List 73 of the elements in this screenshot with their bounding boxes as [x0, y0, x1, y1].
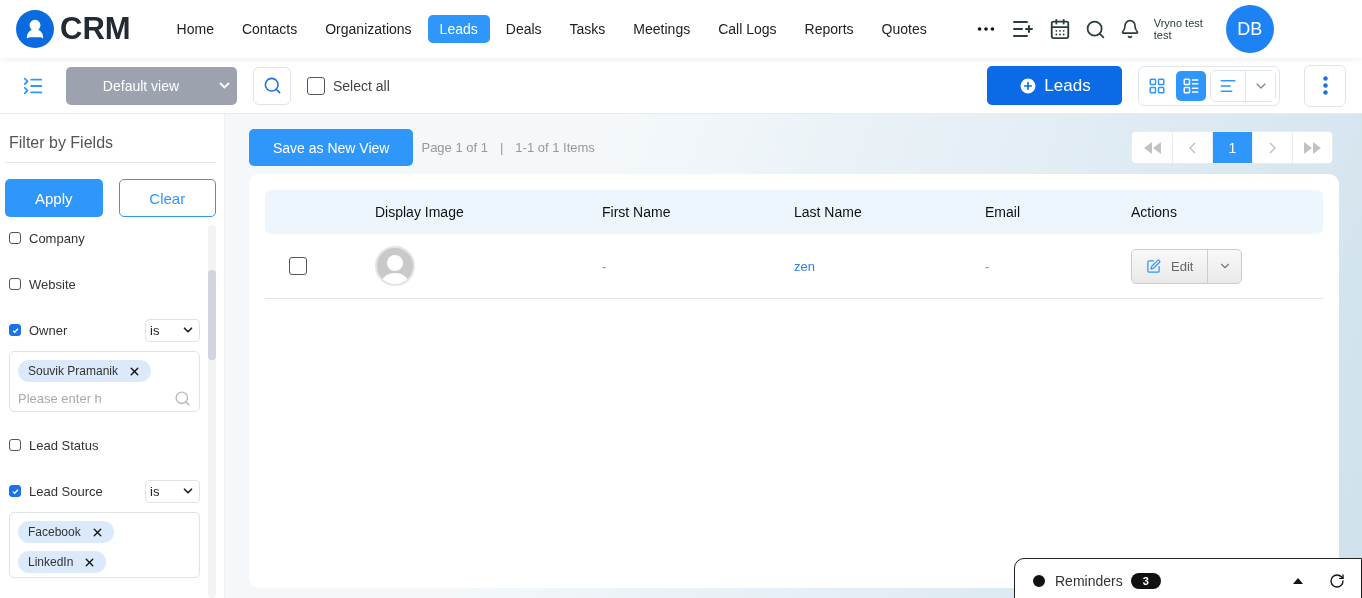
add-leads-button[interactable]: Leads: [987, 66, 1122, 105]
filter-tag: Souvik Pramanik: [18, 360, 152, 382]
checkmark-icon: [11, 487, 19, 495]
calendar-icon[interactable]: [1048, 18, 1071, 40]
table-cell: -: [602, 258, 607, 274]
column-header: Display Image: [375, 204, 465, 220]
search-icon[interactable]: [1084, 18, 1106, 40]
checkmark-icon: [11, 326, 19, 334]
user-name: Vryno test test: [1153, 16, 1204, 42]
nav-link[interactable]: Reports: [792, 15, 866, 43]
person-silhouette-icon: [380, 252, 410, 284]
edit-icon: [1146, 258, 1161, 274]
nav-link[interactable]: Call Logs: [706, 15, 789, 43]
field-checkbox[interactable]: [9, 485, 21, 497]
grid-view-icon: [1148, 76, 1166, 95]
double-left-arrow-icon: [1142, 141, 1162, 154]
select-all-label: Select all: [333, 77, 390, 94]
field-checkbox[interactable]: [9, 278, 21, 290]
field-label: Lead Source: [29, 483, 104, 499]
chevron-left-icon: [1189, 141, 1196, 154]
view-mode-button[interactable]: [1176, 70, 1206, 101]
search-button[interactable]: [253, 66, 291, 105]
table-cell: -: [985, 258, 990, 274]
scrollbar-thumb[interactable]: [208, 270, 216, 360]
tag-input-field[interactable]: Facebook LinkedIn: [9, 512, 200, 578]
double-right-arrow-icon: [1302, 141, 1323, 154]
filter-title: Filter by Fields: [5, 132, 216, 163]
list-view-icon: [1182, 76, 1200, 95]
column-header: Email: [985, 204, 1021, 220]
logo-text: CRM: [60, 11, 131, 47]
field-label: Owner: [29, 322, 69, 338]
nav-link[interactable]: Contacts: [229, 15, 310, 43]
bell-icon[interactable]: [1119, 19, 1140, 39]
field-label: Company: [29, 230, 86, 246]
reminders-count: 3: [1130, 573, 1161, 589]
search-icon: [262, 76, 282, 95]
column-header: Last Name: [794, 204, 863, 220]
search-icon: [174, 390, 191, 407]
filter-tag: LinkedIn: [18, 551, 107, 573]
field-checkbox[interactable]: [9, 439, 21, 451]
items-info: 1-1 of 1 Items: [515, 140, 595, 155]
separator: |: [499, 140, 504, 155]
user-icon: [24, 18, 46, 40]
collapse-caret-icon[interactable]: [1293, 578, 1303, 584]
operator-select[interactable]: is: [145, 318, 200, 342]
chevron-down-icon: [219, 82, 231, 89]
reminders-label: Reminders: [1055, 573, 1123, 589]
vertical-dots-icon: [1322, 76, 1328, 95]
column-header: First Name: [602, 204, 672, 220]
chevron-right-icon: [1269, 141, 1276, 154]
page-info: Page 1 of 1: [421, 140, 488, 155]
refresh-icon[interactable]: [1329, 573, 1345, 589]
column-header: Actions: [1131, 204, 1178, 220]
nav-link[interactable]: Tasks: [557, 15, 618, 43]
row-checkbox[interactable]: [289, 257, 307, 275]
plus-circle-icon: [1018, 75, 1039, 96]
field-label: Lead Status: [29, 437, 100, 453]
field-checkbox[interactable]: [9, 324, 21, 336]
nav-link[interactable]: Deals: [493, 15, 554, 43]
nav-link[interactable]: Quotes: [869, 15, 939, 43]
nav-link[interactable]: Organizations: [313, 15, 424, 43]
scrollbar[interactable]: [208, 225, 216, 598]
nav-link[interactable]: Meetings: [621, 15, 703, 43]
user-avatar[interactable]: DB: [1225, 5, 1274, 53]
nav-link[interactable]: Home: [164, 15, 226, 43]
select-all-checkbox[interactable]: [307, 76, 325, 95]
operator-select[interactable]: is: [145, 479, 200, 503]
filter-tag: Facebook: [18, 521, 114, 543]
tag-input-field[interactable]: Souvik Pramanik Please enter h: [9, 351, 200, 412]
field-checkbox[interactable]: [9, 232, 21, 244]
more-options-button[interactable]: [1304, 64, 1346, 107]
field-label: Website: [29, 276, 77, 292]
last-name-link[interactable]: zen: [794, 258, 815, 274]
